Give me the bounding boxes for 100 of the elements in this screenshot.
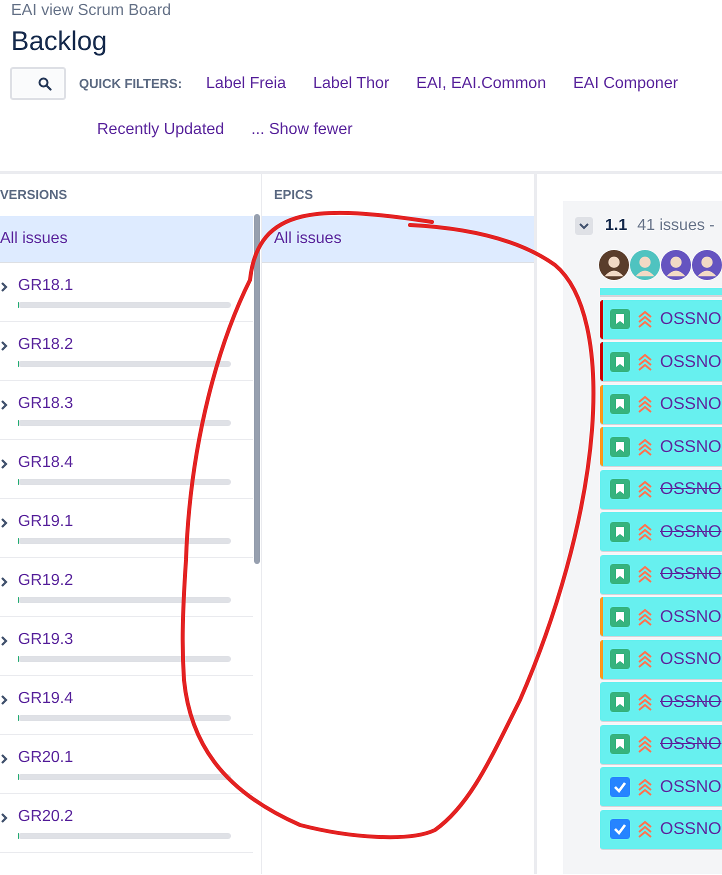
issue-key[interactable]: OSSNO bbox=[660, 776, 722, 796]
priority-icon bbox=[638, 522, 652, 540]
chevron-icon[interactable] bbox=[1, 636, 8, 646]
version-name[interactable]: GR18.4 bbox=[18, 454, 74, 471]
version-row[interactable]: GR18.2 bbox=[0, 322, 253, 381]
avatar-icon[interactable] bbox=[661, 249, 691, 281]
version-row[interactable]: GR20.2 bbox=[0, 794, 253, 853]
bookmark-icon bbox=[610, 309, 630, 329]
version-name[interactable]: GR18.1 bbox=[18, 277, 74, 294]
bookmark-icon bbox=[610, 522, 630, 542]
chevron-icon[interactable] bbox=[1, 459, 8, 469]
bookmark-icon bbox=[610, 734, 630, 754]
issue-key[interactable]: OSSNO bbox=[660, 394, 722, 414]
quick-filter[interactable]: Label Thor bbox=[303, 74, 400, 92]
issue-key[interactable]: OSSNO bbox=[660, 606, 722, 626]
versions-heading: VERSIONS bbox=[0, 186, 68, 204]
version-row[interactable]: GR18.1 bbox=[0, 263, 253, 322]
show-fewer-link[interactable]: ... Show fewer bbox=[241, 121, 363, 139]
scrollbar[interactable] bbox=[254, 214, 260, 564]
chevron-icon[interactable] bbox=[1, 282, 8, 292]
chevron-icon bbox=[579, 222, 589, 230]
priority-icon bbox=[638, 310, 652, 328]
version-name[interactable]: GR19.1 bbox=[18, 513, 74, 530]
quick-filters-label: QUICK FILTERS: bbox=[79, 76, 182, 91]
issue-row[interactable]: OSSNO bbox=[600, 640, 722, 680]
version-name[interactable]: GR20.2 bbox=[18, 808, 74, 825]
priority-icon bbox=[638, 352, 652, 370]
issue-key[interactable]: OSSNO bbox=[660, 692, 722, 712]
checkbox-icon bbox=[610, 776, 630, 796]
version-name[interactable]: GR18.2 bbox=[18, 336, 74, 353]
issue-row[interactable]: OSSNO bbox=[600, 427, 722, 467]
issue-count: 41 issues - bbox=[637, 217, 715, 235]
epics-heading: EPICS bbox=[273, 186, 314, 204]
issue-row[interactable]: OSSNO bbox=[600, 470, 722, 510]
issue-key[interactable]: OSSNO bbox=[660, 522, 722, 542]
version-name[interactable]: GR19.4 bbox=[18, 690, 74, 707]
avatar-icon[interactable] bbox=[599, 249, 629, 281]
version-row[interactable]: GR20.1 bbox=[0, 735, 253, 794]
quick-filter[interactable]: Recently Updated bbox=[87, 121, 234, 139]
bookmark-icon bbox=[610, 436, 630, 456]
version-row[interactable]: GR19.1 bbox=[0, 499, 253, 558]
priority-icon bbox=[638, 480, 652, 498]
issue-row[interactable]: OSSNO bbox=[600, 597, 722, 637]
bookmark-icon bbox=[610, 564, 630, 584]
chevron-icon[interactable] bbox=[1, 577, 8, 587]
bookmark-icon bbox=[610, 606, 630, 626]
issue-key[interactable]: OSSNO bbox=[660, 734, 722, 754]
issue-key[interactable]: OSSNO bbox=[660, 479, 722, 499]
issue-key[interactable]: OSSNO bbox=[660, 819, 722, 839]
issue-key[interactable]: OSSNO bbox=[660, 564, 722, 584]
page-title: Backlog bbox=[11, 26, 108, 57]
issue-key[interactable]: OSSNO bbox=[660, 436, 722, 456]
issue-key[interactable]: OSSNO bbox=[660, 309, 722, 329]
priority-icon bbox=[638, 565, 652, 583]
quick-filter[interactable]: Label Freia bbox=[196, 74, 296, 92]
chevron-icon[interactable] bbox=[1, 518, 8, 528]
search-field[interactable] bbox=[10, 67, 66, 100]
issue-row[interactable]: OSSNO bbox=[600, 384, 722, 424]
chevron-icon[interactable] bbox=[1, 341, 8, 351]
chevron-icon[interactable] bbox=[1, 695, 8, 705]
priority-icon bbox=[638, 650, 652, 668]
issue-row[interactable]: OSSNO bbox=[600, 554, 722, 594]
all-issues-item[interactable]: All issues bbox=[0, 216, 253, 263]
priority-icon bbox=[638, 395, 652, 413]
issue-key[interactable]: OSSNO bbox=[660, 352, 722, 372]
bookmark-icon bbox=[610, 394, 630, 414]
issue-row[interactable]: OSSNO bbox=[600, 767, 722, 807]
version-name[interactable]: GR18.3 bbox=[18, 395, 74, 412]
version-row[interactable]: GR19.3 bbox=[0, 617, 253, 676]
quick-filter[interactable]: EAI Componer bbox=[563, 74, 688, 92]
chevron-icon[interactable] bbox=[1, 813, 8, 823]
version-row[interactable]: GR18.3 bbox=[0, 381, 253, 440]
issue-row[interactable]: OSSNO bbox=[600, 682, 722, 722]
priority-icon bbox=[638, 820, 652, 838]
quick-filter[interactable]: EAI, EAI.Common bbox=[406, 74, 556, 92]
bookmark-icon bbox=[610, 692, 630, 712]
all-issues-item[interactable]: All issues bbox=[262, 216, 534, 263]
chevron-icon[interactable] bbox=[1, 754, 8, 764]
issue-row[interactable]: OSSNO bbox=[600, 300, 722, 340]
version-row[interactable]: GR18.4 bbox=[0, 440, 253, 499]
version-name[interactable]: GR19.3 bbox=[18, 631, 74, 648]
search-icon bbox=[38, 76, 52, 90]
version-row[interactable]: GR19.2 bbox=[0, 558, 253, 617]
sprint-name: 1.1 bbox=[605, 217, 628, 235]
priority-icon bbox=[638, 778, 652, 796]
version-name[interactable]: GR20.1 bbox=[18, 749, 74, 766]
version-name[interactable]: GR19.2 bbox=[18, 572, 74, 589]
chevron-icon[interactable] bbox=[1, 400, 8, 410]
issue-row[interactable]: OSSNO bbox=[600, 512, 722, 552]
board-name[interactable]: EAI view Scrum Board bbox=[11, 2, 722, 20]
version-row[interactable]: GR19.4 bbox=[0, 676, 253, 735]
priority-icon bbox=[638, 608, 652, 626]
bookmark-icon bbox=[610, 352, 630, 372]
collapse-button[interactable] bbox=[575, 217, 593, 235]
avatar-icon[interactable] bbox=[692, 249, 722, 281]
issue-row[interactable]: OSSNO bbox=[600, 724, 722, 764]
issue-row[interactable]: OSSNO bbox=[600, 342, 722, 382]
issue-key[interactable]: OSSNO bbox=[660, 649, 722, 669]
checkbox-icon bbox=[610, 819, 630, 839]
issue-row[interactable]: OSSNO bbox=[600, 810, 722, 850]
